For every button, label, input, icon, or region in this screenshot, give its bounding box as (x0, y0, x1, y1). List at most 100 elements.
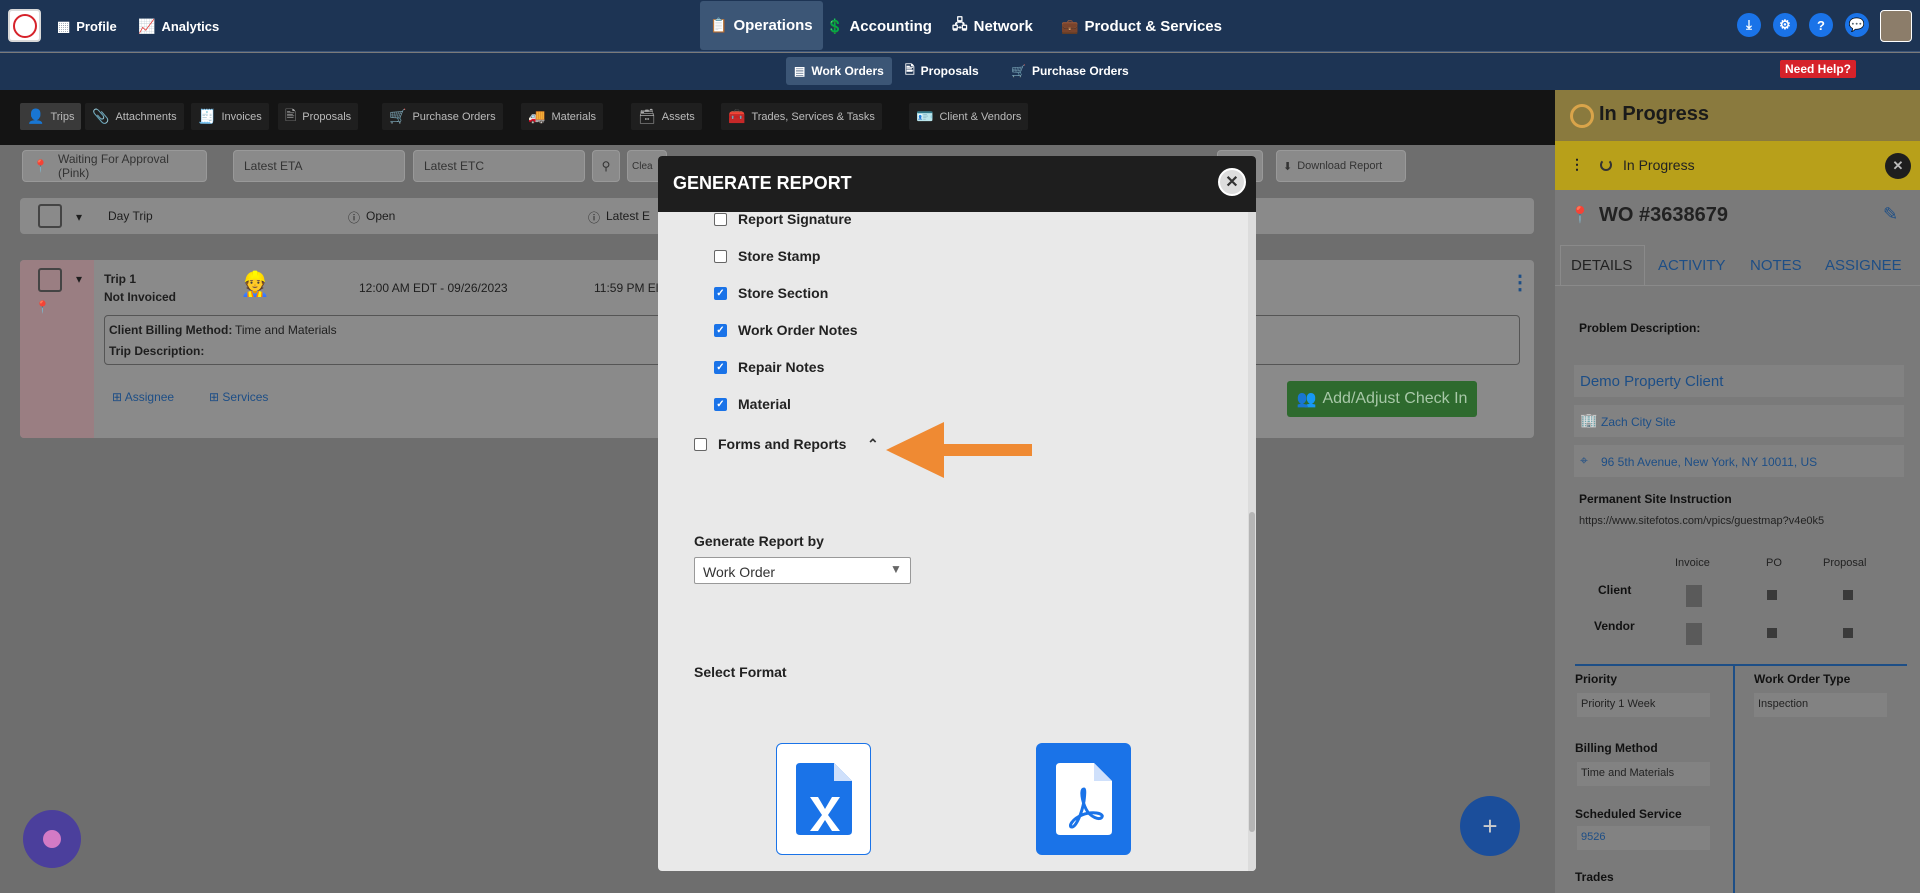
priority-value[interactable]: Priority 1 Week (1577, 693, 1710, 717)
excel-icon (795, 763, 852, 835)
nav-products[interactable]: 💼 Product & Services (1061, 0, 1222, 52)
option-report-signature[interactable]: Report Signature (714, 211, 852, 227)
avatar[interactable] (1880, 10, 1912, 42)
status-bar[interactable]: ⋮ In Progress ✕ (1555, 141, 1920, 190)
sched-value[interactable]: 9526 (1577, 826, 1710, 850)
pdf-format-button[interactable] (1036, 743, 1131, 855)
tab-proposals[interactable]: 🖹 Proposals (278, 103, 359, 130)
building-icon: 🏢 (1580, 412, 1598, 428)
option-store-stamp[interactable]: Store Stamp (714, 248, 820, 264)
expand-all-icon[interactable]: ▾ (76, 210, 82, 224)
option-repair-notes[interactable]: ✓ Repair Notes (714, 359, 824, 375)
tab-notes[interactable]: NOTES (1750, 257, 1802, 274)
download-report-button[interactable]: ⬇ Download Report (1276, 150, 1406, 182)
checkbox-checked[interactable]: ✓ (714, 286, 727, 300)
subnav-work-orders[interactable]: ▤ Work Orders (786, 57, 892, 85)
edit-icon[interactable]: ✎ (1883, 204, 1898, 225)
tab-divider (1555, 285, 1920, 286)
matrix-col-proposal: Proposal (1823, 557, 1867, 569)
help-icon[interactable]: ? (1809, 13, 1833, 37)
option-forms-reports[interactable]: Forms and Reports (694, 436, 846, 452)
network-icon: 🖧 (952, 16, 968, 32)
tab-assignee[interactable]: ASSIGNEE (1825, 257, 1902, 274)
checkbox-checked[interactable]: ✓ (714, 360, 727, 374)
option-store-section[interactable]: ✓ Store Section (714, 285, 828, 301)
money-icon: 💲 (826, 17, 844, 34)
expand-icon[interactable]: ▾ (76, 272, 82, 286)
sched-label: Scheduled Service (1575, 807, 1682, 821)
wo-type-label: Work Order Type (1754, 672, 1851, 686)
excel-format-button[interactable] (776, 743, 871, 855)
tab-invoices[interactable]: 🧾 Invoices (191, 103, 269, 130)
add-services-link[interactable]: ⊞ Services (209, 390, 268, 404)
map-pin-icon: 📍 (1570, 207, 1590, 224)
select-format-label: Select Format (694, 664, 787, 680)
wo-type-value[interactable]: Inspection (1754, 693, 1887, 717)
subnav-proposals[interactable]: 🖹 Proposals (897, 57, 987, 85)
subnav-purchase-orders[interactable]: 🛒 Purchase Orders (1003, 57, 1137, 85)
nav-network[interactable]: 🖧 Network (952, 0, 1033, 52)
scroll-thumb[interactable] (1249, 512, 1255, 832)
tab-details[interactable]: DETAILS (1571, 257, 1632, 274)
latest-eta-input[interactable]: Latest ETA (233, 150, 405, 182)
nav-profile[interactable]: ▦ Profile (57, 0, 117, 52)
site-name[interactable]: Zach City Site (1601, 415, 1676, 429)
invoice-doc-icon[interactable] (1686, 623, 1702, 645)
client-row[interactable]: Demo Property Client (1574, 365, 1904, 397)
tab-trades[interactable]: 🧰 Trades, Services & Tasks (721, 103, 882, 130)
address-row[interactable]: ⌖ 96 5th Avenue, New York, NY 10011, US (1574, 445, 1904, 477)
nav-accounting[interactable]: 💲 Accounting (826, 0, 932, 52)
checkbox[interactable] (714, 249, 727, 263)
latest-label: Latest E (606, 209, 651, 223)
need-help-button[interactable]: Need Help? (1780, 60, 1857, 78)
latest-etc-input[interactable]: Latest ETC (413, 150, 585, 182)
more-vertical-icon[interactable]: ⋮ (1510, 270, 1530, 295)
trip-checkbox[interactable] (38, 268, 62, 292)
drag-handle-icon[interactable]: ⋮ (1570, 156, 1584, 173)
checkbox[interactable] (714, 212, 727, 226)
company-logo[interactable] (8, 9, 41, 42)
po-checkbox[interactable] (1767, 628, 1777, 638)
nav-analytics[interactable]: 📈 Analytics (138, 0, 219, 52)
tab-activity[interactable]: ACTIVITY (1658, 257, 1726, 274)
checkbox[interactable] (694, 437, 707, 451)
add-fab-button[interactable]: + (1460, 796, 1520, 856)
tab-trips[interactable]: 👤 Trips (20, 103, 82, 130)
chevron-up-icon[interactable]: ⌃ (867, 436, 879, 453)
download-icon[interactable]: ⤓ (1737, 13, 1761, 37)
close-icon[interactable]: ✕ (1218, 168, 1246, 196)
client-name[interactable]: Demo Property Client (1580, 373, 1723, 390)
site-instr-label: Permanent Site Instruction (1579, 492, 1732, 506)
tab-assets[interactable]: 🗃 Assets (631, 103, 702, 130)
close-icon[interactable]: ✕ (1885, 153, 1911, 179)
add-adjust-checkin-button[interactable]: 👥 Add/Adjust Check In (1287, 381, 1477, 417)
chat-icon[interactable]: 💬 (1845, 13, 1869, 37)
checkbox-checked[interactable]: ✓ (714, 323, 727, 337)
checkbox-checked[interactable]: ✓ (714, 397, 727, 411)
add-assignee-link[interactable]: ⊞ Assignee (112, 390, 174, 404)
modal-scrollbar[interactable] (1248, 212, 1256, 871)
option-work-order-notes[interactable]: ✓ Work Order Notes (714, 322, 858, 338)
tab-attachments[interactable]: 📎 Attachments (85, 103, 184, 130)
nav-operations[interactable]: 📋 Operations (700, 1, 823, 50)
proposal-checkbox[interactable] (1843, 590, 1853, 600)
address[interactable]: 96 5th Avenue, New York, NY 10011, US (1601, 455, 1817, 469)
proposal-checkbox[interactable] (1843, 628, 1853, 638)
generate-by-select[interactable]: Work Order ▼ (694, 557, 911, 584)
tab-purchase-orders[interactable]: 🛒 Purchase Orders (382, 103, 503, 130)
filter-icon[interactable]: ⚲ (592, 150, 620, 182)
gear-icon[interactable]: ⚙ (1773, 13, 1797, 37)
po-checkbox[interactable] (1767, 590, 1777, 600)
modal-header: GENERATE REPORT ✕ (658, 156, 1256, 212)
tab-materials[interactable]: 🚚 Materials (521, 103, 604, 130)
option-material[interactable]: ✓ Material (714, 396, 791, 412)
tab-client-vendors[interactable]: 🪪 Client & Vendors (909, 103, 1029, 130)
status-filter[interactable]: 📍 Waiting For Approval (Pink) (22, 150, 207, 182)
chat-launcher[interactable] (23, 810, 81, 868)
trip-name[interactable]: Trip 1 (104, 272, 136, 286)
invoice-doc-icon[interactable] (1686, 585, 1702, 607)
billing-method-value[interactable]: Time and Materials (1577, 762, 1710, 786)
person-icon: 👤 (27, 108, 45, 124)
site-row[interactable]: 🏢 Zach City Site (1574, 405, 1904, 437)
select-all-checkbox[interactable] (38, 204, 62, 228)
